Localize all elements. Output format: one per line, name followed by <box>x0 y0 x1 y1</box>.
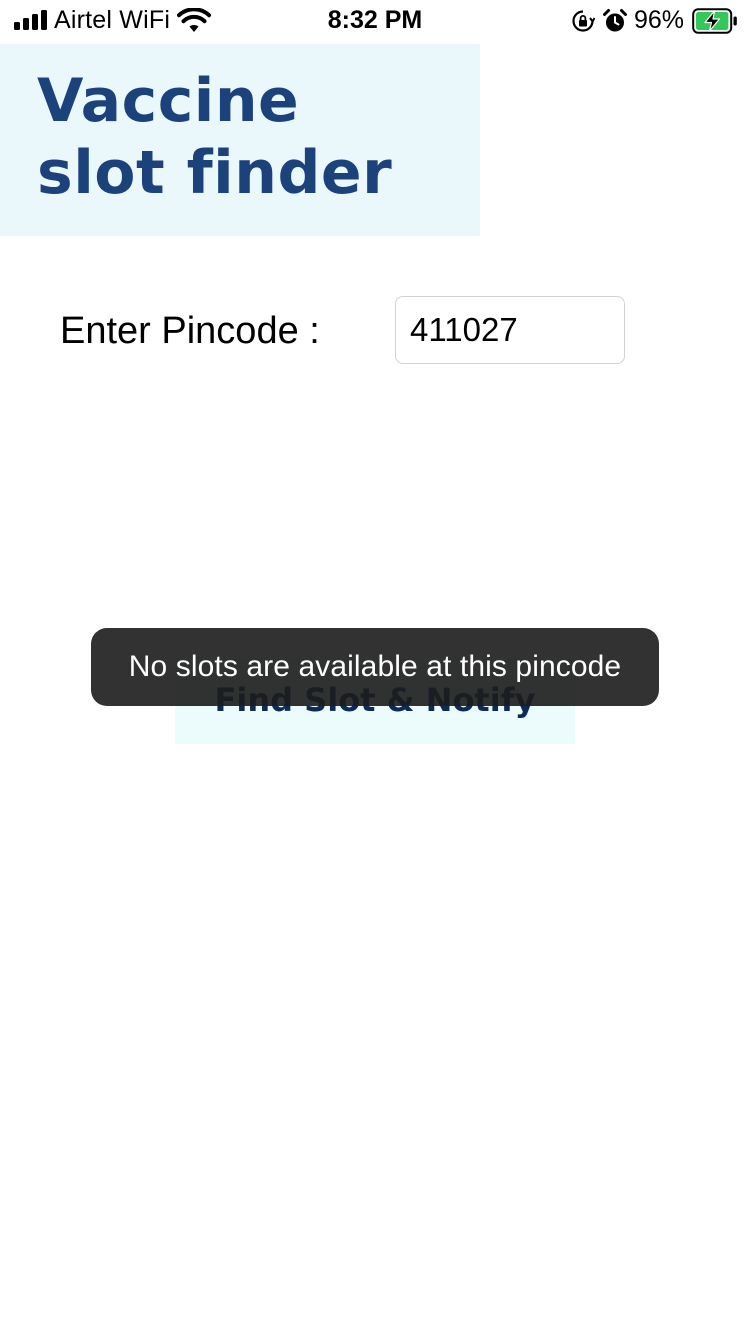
banner-title-line-2: slot finder <box>37 138 393 208</box>
orientation-lock-icon <box>572 10 595 32</box>
toast-message: No slots are available at this pincode <box>128 650 622 683</box>
status-bar: Airtel WiFi 8:32 PM 96% <box>0 0 750 42</box>
battery-charging-icon <box>692 8 737 34</box>
banner-title-line-1: Vaccine <box>37 66 300 136</box>
battery-percent: 96% <box>634 6 685 34</box>
pincode-input[interactable] <box>395 296 625 364</box>
app-screen: Airtel WiFi 8:32 PM 96% Vaccine slot fin… <box>0 0 750 1334</box>
alarm-icon <box>603 9 627 32</box>
pincode-label: Enter Pincode : <box>60 310 320 352</box>
toast-notification: No slots are available at this pincode <box>91 628 659 706</box>
app-banner: Vaccine slot finder <box>0 44 480 236</box>
